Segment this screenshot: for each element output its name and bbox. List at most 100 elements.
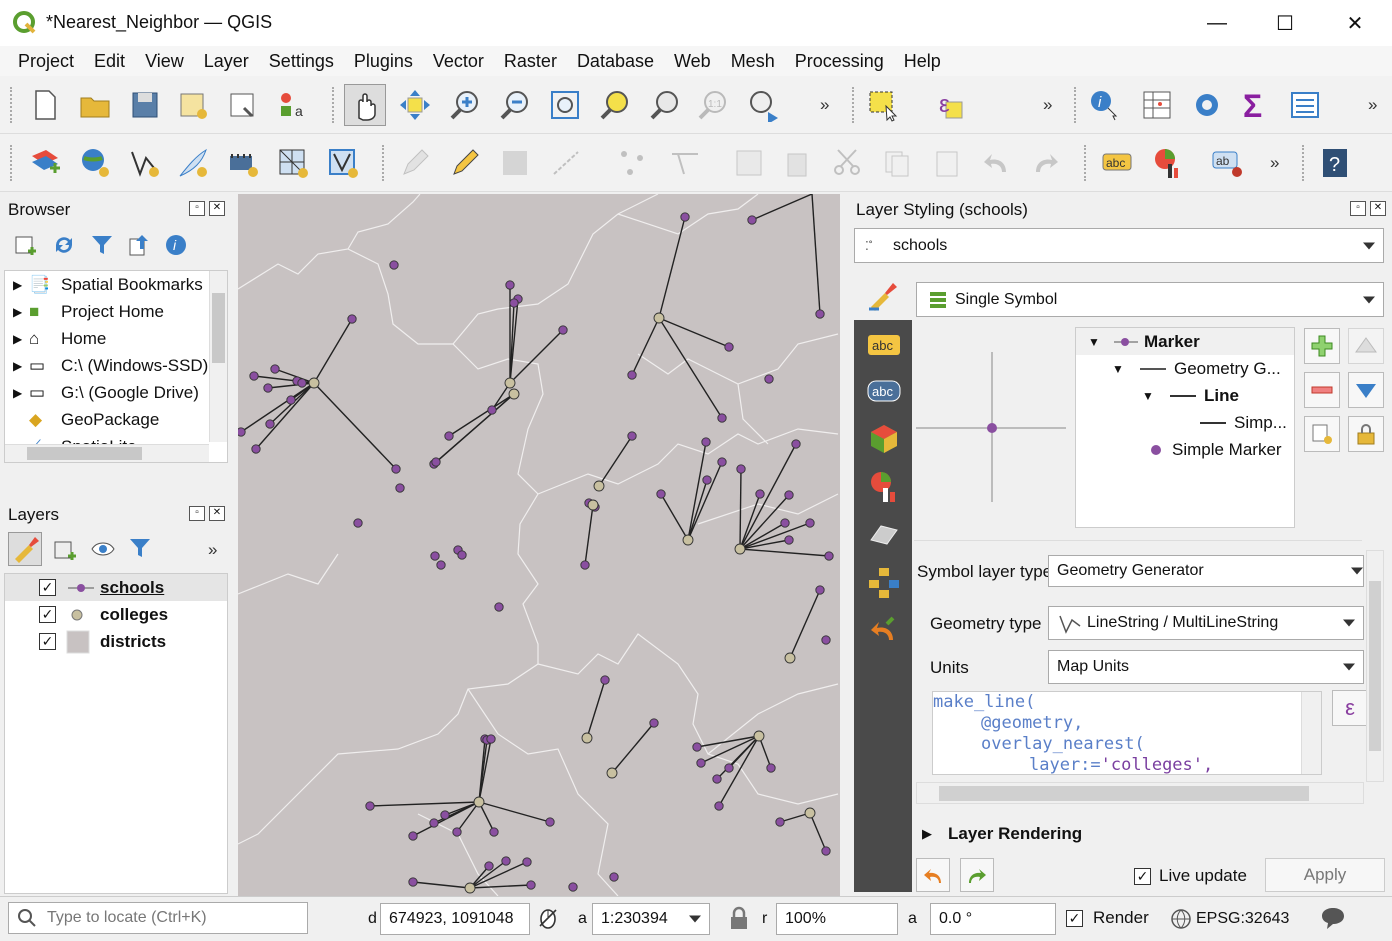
browser-close-button[interactable]: ✕ (209, 201, 225, 216)
menu-help[interactable]: Help (894, 51, 951, 72)
undo-style-icon[interactable] (916, 858, 950, 892)
rendering-tab-icon[interactable] (856, 512, 912, 558)
coordinate-field[interactable]: 674923, 1091048 (380, 903, 530, 935)
expression-builder-button[interactable]: ε (1332, 690, 1368, 726)
zoom-to-selection-icon[interactable] (594, 84, 636, 126)
layer-row-colleges[interactable]: ✓ colleges (5, 601, 227, 628)
duplicate-symbol-layer-icon[interactable] (1304, 416, 1340, 452)
menu-plugins[interactable]: Plugins (344, 51, 423, 72)
edits-icon[interactable] (394, 142, 436, 184)
toolbar-overflow-2[interactable]: » (1043, 95, 1052, 115)
collapse-all-icon[interactable] (128, 233, 152, 257)
toolbar-overflow-3[interactable]: » (1368, 95, 1377, 115)
maximize-button[interactable]: ☐ (1250, 0, 1320, 46)
menu-vector[interactable]: Vector (423, 51, 494, 72)
diagrams-tab-icon[interactable] (856, 464, 912, 510)
move-down-arrow-icon[interactable] (1348, 372, 1384, 408)
minimize-button[interactable]: — (1182, 0, 1252, 46)
tree-simple-marker[interactable]: Simple Marker (1146, 436, 1282, 463)
add-selected-layers-icon[interactable] (14, 233, 38, 257)
menu-web[interactable]: Web (664, 51, 721, 72)
help-icon[interactable]: ? (1314, 142, 1356, 184)
menu-settings[interactable]: Settings (259, 51, 344, 72)
apply-button[interactable]: Apply (1265, 858, 1385, 892)
layers-toolbar-overflow[interactable]: » (208, 540, 217, 560)
renderer-combo[interactable]: Single Symbol (916, 282, 1384, 317)
add-wms-layer-icon[interactable] (74, 142, 116, 184)
masks-abc-tab-icon[interactable]: abc (856, 368, 912, 414)
zoom-out-icon[interactable] (494, 84, 536, 126)
map-tips-icon[interactable] (1284, 84, 1326, 126)
browser-item-spatial-bookmarks[interactable]: ▶ 📑 Spatial Bookmarks (13, 271, 203, 298)
tree-marker[interactable]: ▼ Marker (1076, 328, 1294, 355)
label-tool-icon[interactable]: ab (1206, 142, 1248, 184)
layer-row-schools[interactable]: ✓ schools (5, 574, 227, 601)
open-project-icon[interactable] (74, 84, 116, 126)
lock-layer-icon[interactable] (1348, 416, 1384, 452)
refresh-icon[interactable] (52, 233, 76, 257)
filter-browser-icon[interactable] (90, 233, 114, 257)
render-checkbox[interactable]: ✓ Render (1066, 908, 1149, 928)
menu-mesh[interactable]: Mesh (721, 51, 785, 72)
statistics-sigma-icon[interactable]: Σ (1234, 84, 1276, 126)
save-project-icon[interactable] (124, 84, 166, 126)
properties-info-icon[interactable]: i (164, 233, 188, 257)
zoom-to-layer-icon[interactable] (644, 84, 686, 126)
redo-style-icon[interactable] (960, 858, 994, 892)
locate-search-input[interactable]: Type to locate (Ctrl+K) (8, 902, 308, 934)
browser-horizontal-scrollbar[interactable] (5, 444, 209, 462)
layer-visibility-checkbox[interactable]: ✓ (39, 633, 56, 650)
browser-item-project-home[interactable]: ▶ ■ Project Home (13, 298, 164, 325)
diagram-options-icon[interactable] (1146, 142, 1188, 184)
attribute-table-icon[interactable] (1136, 84, 1178, 126)
manage-visibility-eye-icon[interactable] (90, 536, 116, 562)
move-up-arrow-icon[interactable] (1348, 328, 1384, 364)
select-features-icon[interactable] (862, 84, 904, 126)
close-button[interactable]: ✕ (1320, 0, 1390, 46)
live-update-checkbox[interactable]: ✓ Live update (1134, 866, 1247, 886)
undo-history-tab-icon[interactable] (856, 608, 912, 654)
menu-raster[interactable]: Raster (494, 51, 567, 72)
select-by-expression-icon[interactable]: ε (930, 84, 972, 126)
menu-project[interactable]: Project (8, 51, 84, 72)
settings-gear-icon[interactable] (1186, 84, 1228, 126)
modify-attributes-icon[interactable] (664, 142, 706, 184)
new-project-icon[interactable] (24, 84, 66, 126)
menu-edit[interactable]: Edit (84, 51, 135, 72)
identify-features-icon[interactable]: i (1084, 84, 1126, 126)
layers-close-button[interactable]: ✕ (209, 506, 225, 521)
scale-combo[interactable]: 1:230394 (592, 903, 710, 935)
zoom-last-icon[interactable] (742, 84, 784, 126)
styling-vertical-scrollbar[interactable] (1366, 550, 1384, 782)
rotation-spinbox[interactable]: 0.0 ° (930, 903, 1056, 935)
cut-features-icon[interactable] (826, 142, 868, 184)
labels-abc-tab-icon[interactable]: abc (856, 322, 912, 368)
layout-manager-icon[interactable] (222, 84, 264, 126)
vertex-tool-icon[interactable] (612, 142, 654, 184)
menu-view[interactable]: View (135, 51, 194, 72)
add-symbol-layer-icon[interactable] (1304, 328, 1340, 364)
new-print-layout-icon[interactable] (172, 84, 214, 126)
add-mesh-layer-icon[interactable] (272, 142, 314, 184)
browser-item-g-drive[interactable]: ▶ ▭ G:\ (Google Drive) (13, 379, 199, 406)
label-abc-icon[interactable]: abc (1096, 142, 1138, 184)
messages-icon[interactable] (1320, 906, 1348, 930)
paste-features-icon[interactable] (926, 142, 968, 184)
remove-symbol-layer-icon[interactable] (1304, 372, 1340, 408)
history-tab-icon[interactable] (856, 560, 912, 606)
pan-to-selection-icon[interactable] (394, 84, 436, 126)
map-canvas[interactable] (238, 194, 840, 896)
styling-horizontal-scrollbar[interactable] (916, 782, 1364, 804)
save-edits-icon[interactable] (494, 142, 536, 184)
filter-legend-icon[interactable] (128, 536, 154, 562)
data-source-manager-icon[interactable] (24, 142, 66, 184)
zoom-full-icon[interactable] (544, 84, 586, 126)
geometry-type-combo[interactable]: LineString / MultiLineString (1048, 606, 1364, 640)
menu-layer[interactable]: Layer (194, 51, 259, 72)
add-vector-grid-icon[interactable] (222, 142, 264, 184)
menu-processing[interactable]: Processing (785, 51, 894, 72)
undo-icon[interactable] (976, 142, 1018, 184)
expression-scrollbar[interactable] (1301, 692, 1321, 774)
zoom-native-icon[interactable]: 1:1 (692, 84, 734, 126)
add-group-icon[interactable] (52, 536, 78, 562)
